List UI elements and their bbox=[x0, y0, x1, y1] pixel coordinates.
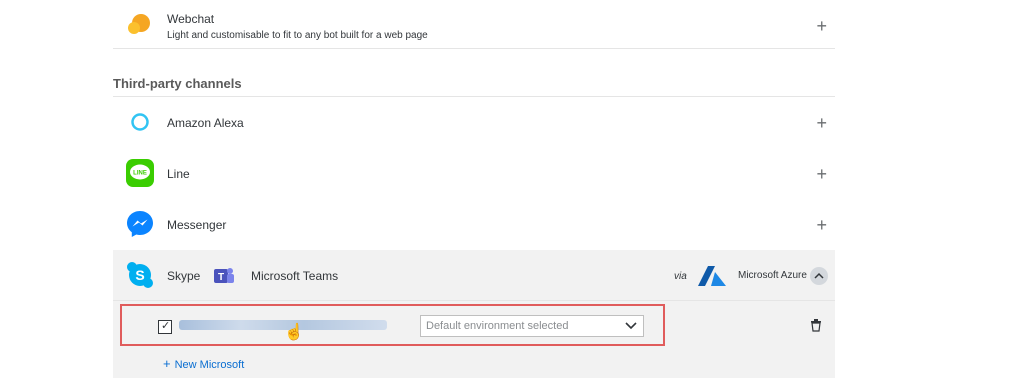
collapse-button[interactable] bbox=[810, 267, 828, 285]
channel-name: Webchat bbox=[167, 12, 215, 26]
channel-description: Light and customisable to fit to any bot… bbox=[167, 30, 428, 41]
channel-name: Line bbox=[167, 167, 190, 181]
plus-icon[interactable]: + bbox=[816, 114, 827, 132]
plus-icon[interactable]: + bbox=[816, 17, 827, 35]
channels-panel: Webchat Light and customisable to fit to… bbox=[113, 0, 835, 380]
trash-icon[interactable] bbox=[809, 318, 823, 332]
channel-row-webchat[interactable]: Webchat Light and customisable to fit to… bbox=[113, 0, 835, 49]
chevron-up-icon bbox=[814, 272, 824, 279]
teams-label: Microsoft Teams bbox=[251, 269, 339, 283]
channel-row-alexa[interactable]: Amazon Alexa + bbox=[113, 96, 835, 149]
chat-bubble-icon bbox=[128, 14, 150, 34]
plus-icon: + bbox=[163, 356, 171, 371]
via-label: via bbox=[674, 271, 687, 282]
channel-name: Amazon Alexa bbox=[167, 116, 244, 130]
skype-icon: S bbox=[127, 262, 153, 288]
svg-text:S: S bbox=[135, 267, 144, 283]
new-microsoft-label: New Microsoft bbox=[174, 359, 245, 371]
channel-row-microsoft[interactable]: S Skype T Microsoft Teams via Microsoft … bbox=[113, 250, 835, 301]
messenger-icon bbox=[127, 211, 153, 237]
skype-label: Skype bbox=[167, 269, 201, 283]
alexa-ring-icon bbox=[131, 113, 149, 131]
svg-text:LINE: LINE bbox=[133, 171, 147, 177]
channel-name: Messenger bbox=[167, 218, 227, 232]
channel-row-messenger[interactable]: Messenger + bbox=[113, 199, 835, 251]
highlight-box bbox=[120, 304, 665, 346]
teams-icon: T bbox=[214, 268, 234, 283]
plus-icon[interactable]: + bbox=[816, 216, 827, 234]
line-app-icon: LINE bbox=[126, 159, 154, 187]
plus-icon[interactable]: + bbox=[816, 165, 827, 183]
channel-row-line[interactable]: LINE Line + bbox=[113, 148, 835, 200]
azure-icon bbox=[698, 266, 726, 286]
azure-label: Microsoft Azure bbox=[738, 270, 807, 281]
new-microsoft-link[interactable]: + New Microsoft bbox=[163, 356, 244, 371]
section-title: Third-party channels bbox=[113, 76, 242, 91]
svg-text:T: T bbox=[218, 272, 224, 283]
